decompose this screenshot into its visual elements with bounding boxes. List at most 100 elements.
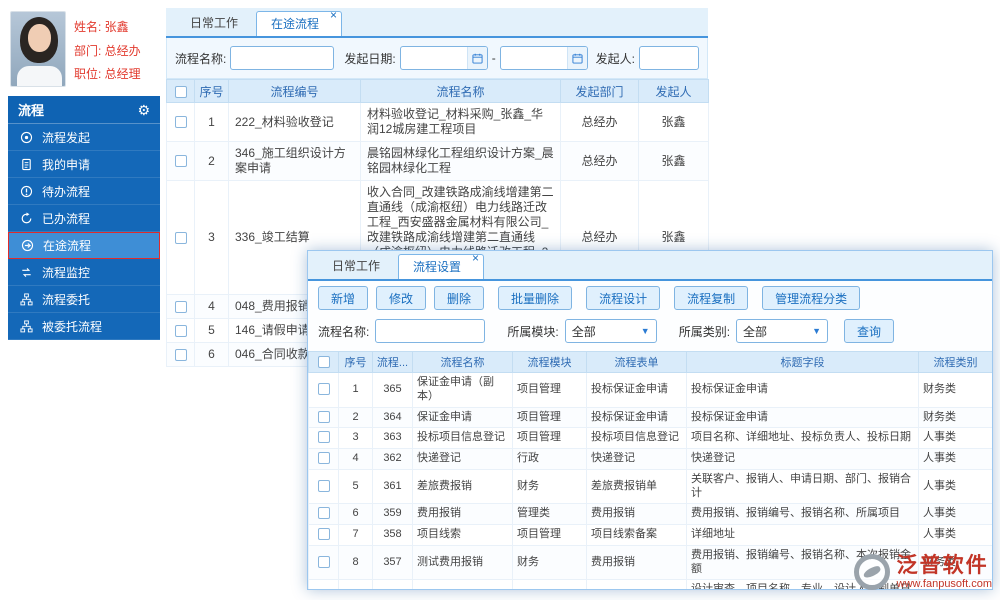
cell-name: 测试费用报销 [412,544,513,581]
manage-process-category-button[interactable]: 管理流程分类 [762,286,861,310]
cell-initiator: 张鑫 [638,141,709,181]
table-row[interactable]: 3 363 投标项目信息登记 项目管理 投标项目信息登记 项目名称、详细地址、投… [308,427,992,449]
tab-daily-work[interactable]: 日常工作 [318,254,394,279]
calendar-icon[interactable] [566,47,587,69]
tab-daily-work[interactable]: 日常工作 [176,11,252,36]
cell-no: 2 [338,406,373,429]
table-row[interactable]: 2 364 保证金申请 项目管理 投标保证金申请 投标保证金申请 财务类 [308,406,992,429]
cell-form: 差旅费报销单 [586,468,687,505]
table-row[interactable]: 6 359 费用报销 管理类 费用报销 费用报销、报销编号、报销名称、所属项目 … [308,503,992,525]
sidebar-item-label: 流程发起 [42,130,91,145]
table-header-row: 序号 流程编号 流程名称 发起部门 发起人 [166,79,709,103]
sidebar: 流程 ⚙ 流程发起 我的申请 待办流程 已办流程 在途流程 流程监控 流程委托 … [8,96,160,340]
row-checkbox[interactable] [317,479,330,492]
cell-checkbox [166,141,195,181]
calendar-icon[interactable] [466,47,487,69]
tab-label: 流程设置 [413,260,462,274]
select-all-checkbox[interactable] [174,85,187,98]
process-name-input[interactable] [375,319,486,343]
row-checkbox[interactable] [174,116,187,129]
cell-checkbox [308,406,339,429]
cell-title-fields: 投标保证金申请 [686,372,919,408]
row-checkbox[interactable] [317,452,330,465]
cell-code: 365 [372,372,413,408]
date-to-input[interactable] [499,46,588,70]
profile-card: 姓名: 张鑫 部门: 总经办 职位: 总经理 [8,8,160,94]
sidebar-item-label: 已办流程 [42,211,91,226]
delete-button[interactable]: 删除 [434,286,485,310]
date-from-input[interactable] [399,46,488,70]
column-header-category: 流程类别 [918,351,992,373]
row-checkbox[interactable] [317,507,330,520]
tab-close-icon[interactable]: × [330,9,337,21]
tab-in-transit[interactable]: 在途流程 × [256,9,343,36]
tab-label: 日常工作 [332,259,381,273]
category-select[interactable]: 全部 ▼ [736,319,829,343]
sidebar-item-process-delegation[interactable]: 流程委托 [8,286,160,313]
row-checkbox[interactable] [174,324,187,337]
gear-icon[interactable]: ⚙ [137,103,150,117]
table-header-row: 序号 流程... 流程名称 流程模块 流程表单 标题字段 流程类别 [308,351,992,373]
date-from-field[interactable] [400,51,463,65]
process-name-input[interactable] [230,46,335,70]
sidebar-item-process-monitor[interactable]: 流程监控 [8,259,160,286]
cell-no: 8 [338,544,373,581]
sidebar-item-in-transit-processes[interactable]: 在途流程 [8,232,160,259]
date-separator: - [491,51,496,65]
date-to-field[interactable] [500,51,563,65]
column-header-dept: 发起部门 [560,79,639,103]
cell-category: 人事类 [918,468,992,505]
module-select[interactable]: 全部 ▼ [564,319,657,343]
cell-checkbox [308,503,339,525]
sidebar-item-delegated-processes[interactable]: 被委托流程 [8,313,160,340]
add-button[interactable]: 新增 [318,286,369,310]
cell-category: 人事类 [918,524,992,546]
search-button[interactable]: 查询 [844,319,895,343]
table-row[interactable]: 4 362 快递登记 行政 快递登记 快递登记 人事类 [308,448,992,470]
cell-checkbox [308,372,339,408]
table-row[interactable]: 5 361 差旅费报销 财务 差旅费报销单 关联客户、报销人、申请日期、部门、报… [308,468,992,505]
edit-button[interactable]: 修改 [376,286,427,310]
cell-title-fields: 投标保证金申请 [686,406,919,429]
batch-delete-button[interactable]: 批量删除 [498,286,573,310]
tab-process-settings[interactable]: 流程设置 × [398,252,485,279]
cell-no: 1 [338,372,373,408]
column-header-no: 序号 [194,79,229,103]
row-checkbox[interactable] [174,155,187,168]
select-all-checkbox[interactable] [317,356,330,369]
table-row[interactable]: 1 222_材料验收登记 材料验收登记_材料采购_张鑫_华润12城房建工程项目 … [166,102,709,142]
row-checkbox[interactable] [317,555,330,568]
sidebar-item-my-applications[interactable]: 我的申请 [8,151,160,178]
cell-category: 人事类 [918,427,992,449]
row-checkbox[interactable] [317,431,330,444]
photo-face [28,24,51,52]
cell-no: 4 [338,448,373,470]
table-row[interactable]: 1 365 保证金申请（副本） 项目管理 投标保证金申请 投标保证金申请 财务类 [308,372,992,408]
cell-title-fields: 详细地址 [686,524,919,546]
row-checkbox[interactable] [317,410,330,423]
cell-form: 项目线索备案 [586,524,687,546]
process-copy-button[interactable]: 流程复制 [674,286,749,310]
sidebar-item-done-processes[interactable]: 已办流程 [8,205,160,232]
initiator-input[interactable] [639,46,699,70]
row-checkbox[interactable] [174,231,187,244]
row-checkbox[interactable] [317,382,330,395]
cell-code: 222_材料验收登记 [228,102,361,142]
cell-checkbox [308,427,339,449]
sidebar-item-process-start[interactable]: 流程发起 [8,124,160,151]
process-design-button[interactable]: 流程设计 [586,286,661,310]
cell-no: 6 [338,503,373,525]
tab-label: 在途流程 [271,17,320,31]
row-checkbox[interactable] [317,528,330,541]
table-row[interactable]: 7 358 项目线索 项目管理 项目线索备案 详细地址 人事类 [308,524,992,546]
tab-close-icon[interactable]: × [472,252,479,264]
settings-tab-bar: 日常工作 流程设置 × [308,251,992,281]
row-checkbox[interactable] [174,300,187,313]
column-header-module: 流程模块 [512,351,587,373]
table-row[interactable]: 2 346_施工组织设计方案申请 晨铭园林绿化工程组织设计方案_晨铭园林绿化工程… [166,141,709,181]
cell-checkbox [308,544,339,581]
cell-no: 1 [194,102,229,142]
row-checkbox[interactable] [174,348,187,361]
sidebar-item-pending-processes[interactable]: 待办流程 [8,178,160,205]
column-header-name: 流程名称 [412,351,513,373]
